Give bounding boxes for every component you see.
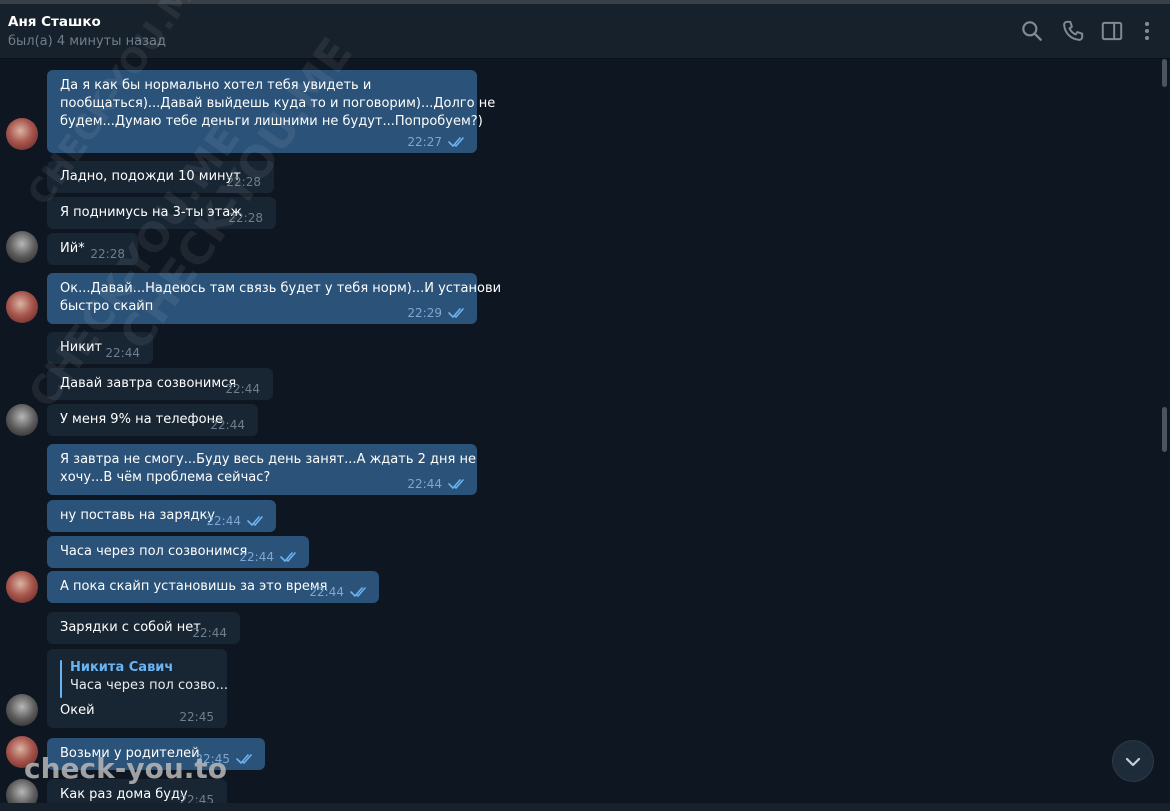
message-time: 22:29	[407, 306, 442, 320]
message-time: 22:28	[226, 175, 261, 189]
message-list[interactable]: Да я как бы нормально хотел тебя увидеть…	[0, 59, 1170, 811]
scrollbar-thumb[interactable]	[1162, 407, 1167, 452]
message-time: 22:28	[90, 247, 125, 261]
double-check-icon	[236, 753, 256, 765]
message-time: 22:44	[210, 418, 245, 432]
reply-author[interactable]: Никита Савич	[70, 659, 173, 677]
double-check-icon	[448, 136, 468, 148]
message-time: 22:44	[206, 514, 241, 528]
message-text: Как раз дома буду	[60, 787, 188, 802]
double-check-icon	[280, 551, 300, 563]
message-text: У меня 9% на телефоне	[60, 412, 224, 427]
double-check-icon	[247, 515, 267, 527]
incoming-message[interactable]: У меня 9% на телефоне 22:44	[47, 404, 258, 436]
incoming-message[interactable]: Ий* 22:28	[47, 233, 138, 265]
incoming-message[interactable]: Никит 22:44	[47, 332, 153, 364]
avatar[interactable]	[6, 404, 38, 436]
outgoing-message[interactable]: Да я как бы нормально хотел тебя увидеть…	[47, 70, 495, 153]
message-text: Да я как бы нормально хотел тебя увидеть…	[60, 78, 496, 129]
search-icon[interactable]	[1019, 18, 1045, 44]
scroll-down-button[interactable]	[1112, 740, 1154, 782]
reply-quote-bar	[60, 660, 62, 698]
message-text: Я поднимусь на 3-ты этаж	[60, 205, 242, 220]
message-time: 22:44	[309, 585, 344, 599]
message-time: 22:44	[225, 382, 260, 396]
incoming-message[interactable]: Никита Савич Часа через пол созво... Окей 2…	[47, 649, 228, 728]
contact-name[interactable]: Аня Сташко	[8, 14, 101, 30]
chat-header: Аня Сташко был(а) 4 минуты назад	[0, 4, 1170, 59]
avatar[interactable]	[6, 694, 38, 726]
double-check-icon	[350, 586, 370, 598]
message-time: 22:44	[407, 477, 442, 491]
message-text: ну поставь на зарядку	[60, 508, 216, 523]
composer-strip	[0, 803, 1170, 811]
avatar[interactable]	[6, 118, 38, 150]
message-text: Часа через пол созвонимся	[60, 544, 248, 559]
avatar[interactable]	[6, 571, 38, 603]
message-text: Окей	[60, 703, 95, 718]
avatar[interactable]	[6, 291, 38, 323]
double-check-icon	[448, 478, 468, 490]
contact-status: был(а) 4 минуты назад	[8, 34, 166, 49]
incoming-message[interactable]: Давай завтра созвонимся 22:44	[47, 368, 273, 400]
message-time: 22:44	[239, 550, 274, 564]
message-text: Никит	[60, 340, 103, 355]
sidebar-toggle-icon[interactable]	[1099, 18, 1125, 44]
avatar[interactable]	[6, 231, 38, 263]
outgoing-message[interactable]: Я завтра не смогу...Буду весь день занят…	[47, 444, 477, 495]
message-time: 22:44	[192, 626, 227, 640]
outgoing-message[interactable]: ну поставь на зарядку 22:44	[47, 500, 276, 532]
outgoing-message[interactable]: Ок...Давай...Надеюсь там связь будет у т…	[47, 273, 501, 324]
message-time: 22:44	[105, 346, 140, 360]
chevron-down-icon	[1125, 757, 1141, 767]
incoming-message[interactable]: Ладно, подожди 10 минут 22:28	[47, 161, 274, 193]
scrollbar-top-thumb[interactable]	[1162, 59, 1167, 87]
message-text: А пока скайп установишь за это время	[60, 579, 328, 594]
message-text: Давай завтра созвонимся	[60, 376, 237, 391]
phone-icon[interactable]	[1060, 18, 1086, 44]
message-time: 22:27	[407, 135, 442, 149]
outgoing-message[interactable]: А пока скайп установишь за это время 22:4…	[47, 571, 379, 603]
message-time: 22:45	[179, 710, 214, 724]
double-check-icon	[448, 307, 468, 319]
watermark-logo: check-you.to	[24, 752, 228, 785]
message-time: 22:28	[228, 211, 263, 225]
more-vertical-icon[interactable]	[1134, 18, 1160, 44]
outgoing-message[interactable]: Часа через пол созвонимся 22:44	[47, 536, 309, 568]
message-text: Ий*	[60, 241, 85, 256]
reply-snippet[interactable]: Часа через пол созво...	[70, 677, 228, 695]
message-text: Зарядки с собой нет	[60, 620, 201, 635]
incoming-message[interactable]: Зарядки с собой нет 22:44	[47, 612, 240, 644]
message-text: Ладно, подожди 10 минут	[60, 169, 241, 184]
incoming-message[interactable]: Я поднимусь на 3-ты этаж 22:28	[47, 197, 276, 229]
